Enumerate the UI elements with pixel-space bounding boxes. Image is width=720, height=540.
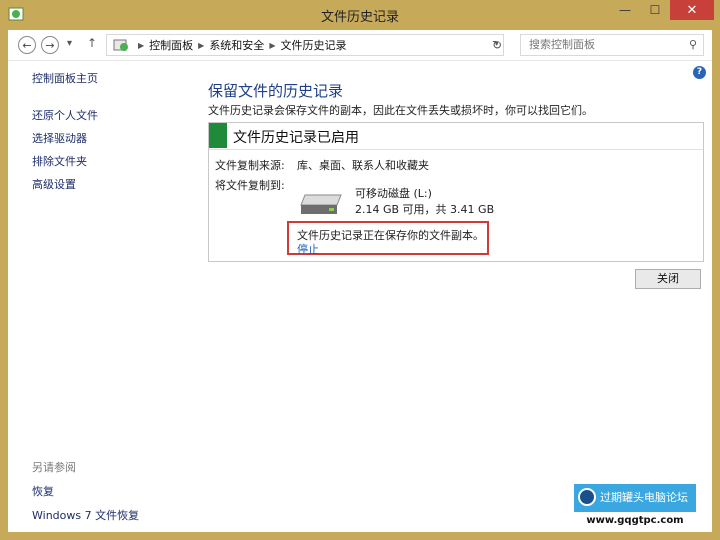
breadcrumb-separator-icon: ▶ xyxy=(138,40,145,50)
destination-label: 将文件复制到: xyxy=(215,179,285,192)
see-also-header: 另请参阅 xyxy=(32,461,76,474)
up-arrow-icon[interactable]: ↑ xyxy=(87,36,97,50)
watermark-name: 过期罐头电脑论坛 xyxy=(600,491,688,504)
search-icon[interactable]: ⚲ xyxy=(689,35,697,55)
minimize-button[interactable]: — xyxy=(610,0,640,20)
watermark: 过期罐头电脑论坛 www.gqgtpc.com xyxy=(574,484,696,530)
see-also-link-recovery[interactable]: 恢复 xyxy=(32,483,202,499)
refresh-icon[interactable]: ↻ xyxy=(492,38,502,52)
search-placeholder: 搜索控制面板 xyxy=(529,38,595,51)
watermark-url: www.gqgtpc.com xyxy=(574,512,696,530)
navigation-bar: ← → ▾ ↑ ▶ 控制面板 ▶ 系统和安全 ▶ 文件历史记录 ▾ ↻ 搜索控制… xyxy=(8,30,712,61)
sidebar-link-select-drive[interactable]: 选择驱动器 xyxy=(32,130,192,146)
removable-drive-icon xyxy=(300,194,342,214)
status-panel: 文件历史记录已启用 文件复制来源: 库、桌面、联系人和收藏夹 将文件复制到: 可… xyxy=(208,122,704,262)
breadcrumb-separator-icon: ▶ xyxy=(198,40,205,50)
sidebar-link-exclude-folders[interactable]: 排除文件夹 xyxy=(32,153,192,169)
help-icon[interactable]: ? xyxy=(693,66,706,79)
sidebar: 控制面板主页 还原个人文件 选择驱动器 排除文件夹 高级设置 xyxy=(32,70,192,199)
source-value: 库、桌面、联系人和收藏夹 xyxy=(297,159,429,172)
breadcrumb-control-panel[interactable]: 控制面板 xyxy=(149,37,193,53)
address-bar[interactable]: ▶ 控制面板 ▶ 系统和安全 ▶ 文件历史记录 ▾ xyxy=(106,34,504,56)
sidebar-link-advanced[interactable]: 高级设置 xyxy=(32,176,192,192)
title-bar: 文件历史记录 — ☐ ✕ xyxy=(0,0,720,28)
status-message: 文件历史记录正在保存你的文件副本。 xyxy=(297,229,484,242)
sidebar-link-home[interactable]: 控制面板主页 xyxy=(32,70,192,86)
breadcrumb-separator-icon: ▶ xyxy=(269,40,276,50)
sidebar-link-restore[interactable]: 还原个人文件 xyxy=(32,107,192,123)
page-title: 保留文件的历史记录 xyxy=(208,82,344,100)
see-also-section: 另请参阅 恢复 Windows 7 文件恢复 xyxy=(32,459,202,531)
client-area: ← → ▾ ↑ ▶ 控制面板 ▶ 系统和安全 ▶ 文件历史记录 ▾ ↻ 搜索控制… xyxy=(8,30,712,532)
close-window-button[interactable]: ✕ xyxy=(670,0,714,20)
forward-arrow-icon[interactable]: → xyxy=(41,36,59,54)
control-panel-icon xyxy=(113,39,128,51)
drive-name: 可移动磁盘 (L:) xyxy=(355,187,432,200)
breadcrumb-file-history[interactable]: 文件历史记录 xyxy=(280,37,346,53)
status-panel-title: 文件历史记录已启用 xyxy=(233,130,359,146)
breadcrumb-system-security[interactable]: 系统和安全 xyxy=(209,37,264,53)
status-panel-header: 文件历史记录已启用 xyxy=(209,123,703,150)
status-indicator-bar xyxy=(209,123,227,148)
see-also-link-win7-recovery[interactable]: Windows 7 文件恢复 xyxy=(32,507,202,523)
drive-size: 2.14 GB 可用，共 3.41 GB xyxy=(355,203,495,216)
recent-pages-chevron-icon[interactable]: ▾ xyxy=(67,38,72,49)
page-description: 文件历史记录会保存文件的副本，因此在文件丢失或损坏时，你可以找回它们。 xyxy=(208,104,593,117)
watermark-title: 过期罐头电脑论坛 xyxy=(574,484,696,512)
close-button[interactable]: 关闭 xyxy=(635,269,701,289)
watermark-logo-icon xyxy=(578,488,596,506)
back-arrow-icon[interactable]: ← xyxy=(18,36,36,54)
maximize-button[interactable]: ☐ xyxy=(640,0,670,20)
stop-link[interactable]: 停止 xyxy=(297,241,319,257)
window-controls: — ☐ ✕ xyxy=(610,0,714,22)
window-frame: 文件历史记录 — ☐ ✕ ← → ▾ ↑ ▶ 控制面板 ▶ 系统和安全 ▶ 文件… xyxy=(0,0,720,540)
source-label: 文件复制来源: xyxy=(215,159,285,172)
search-input[interactable]: 搜索控制面板 ⚲ xyxy=(520,34,704,56)
